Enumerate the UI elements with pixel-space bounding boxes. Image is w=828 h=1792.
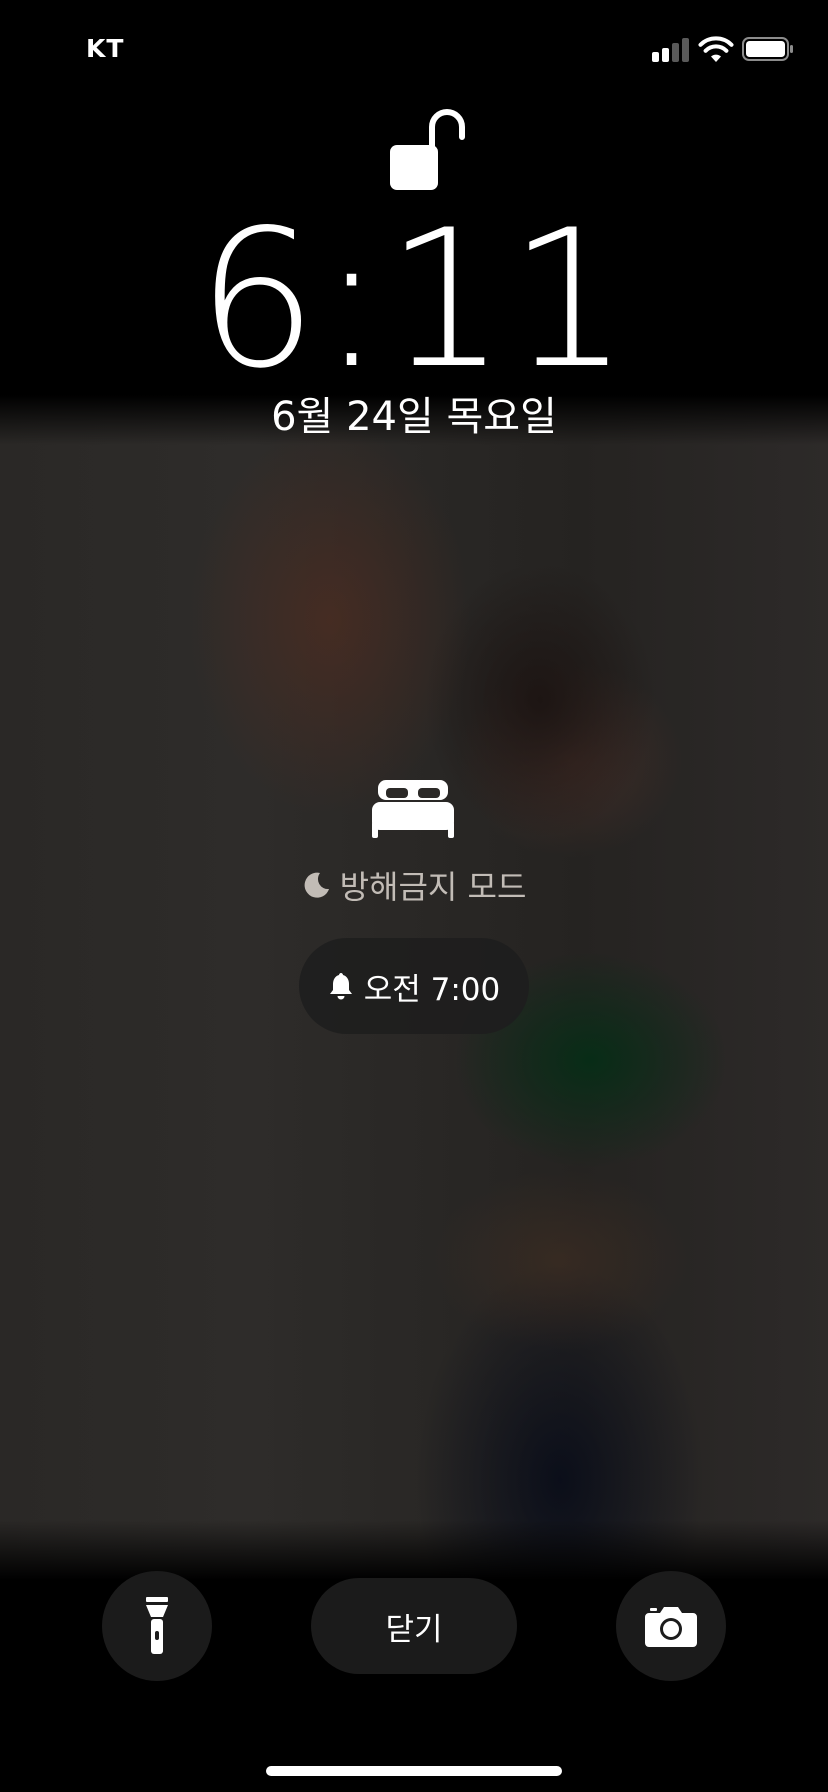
camera-button[interactable] bbox=[616, 1571, 726, 1681]
alarm-time-label: 오전 7:00 bbox=[363, 971, 501, 1008]
alarm-button[interactable]: 오전 7:00 bbox=[299, 938, 529, 1034]
focus-mode-label: 방해금지 모드 bbox=[339, 868, 527, 906]
moon-icon bbox=[304, 872, 329, 898]
bell-icon bbox=[329, 973, 352, 1000]
lock-screen-date: 6월 24일 목요일 bbox=[271, 394, 557, 440]
home-indicator[interactable] bbox=[266, 1766, 562, 1776]
battery-icon bbox=[742, 37, 793, 61]
cellular-signal-icon bbox=[652, 38, 692, 62]
camera-icon bbox=[645, 1607, 697, 1647]
unlocked-padlock-icon bbox=[390, 109, 465, 190]
lock-screen-clock: 6:11 bbox=[196, 189, 632, 410]
wifi-icon bbox=[698, 36, 734, 62]
flashlight-button[interactable] bbox=[102, 1571, 212, 1681]
close-button[interactable]: 닫기 bbox=[311, 1578, 517, 1674]
flashlight-icon bbox=[146, 1597, 168, 1654]
focus-mode-indicator: 방해금지 모드 bbox=[0, 862, 828, 908]
carrier-label: KT bbox=[86, 34, 125, 63]
bed-icon bbox=[372, 780, 454, 838]
